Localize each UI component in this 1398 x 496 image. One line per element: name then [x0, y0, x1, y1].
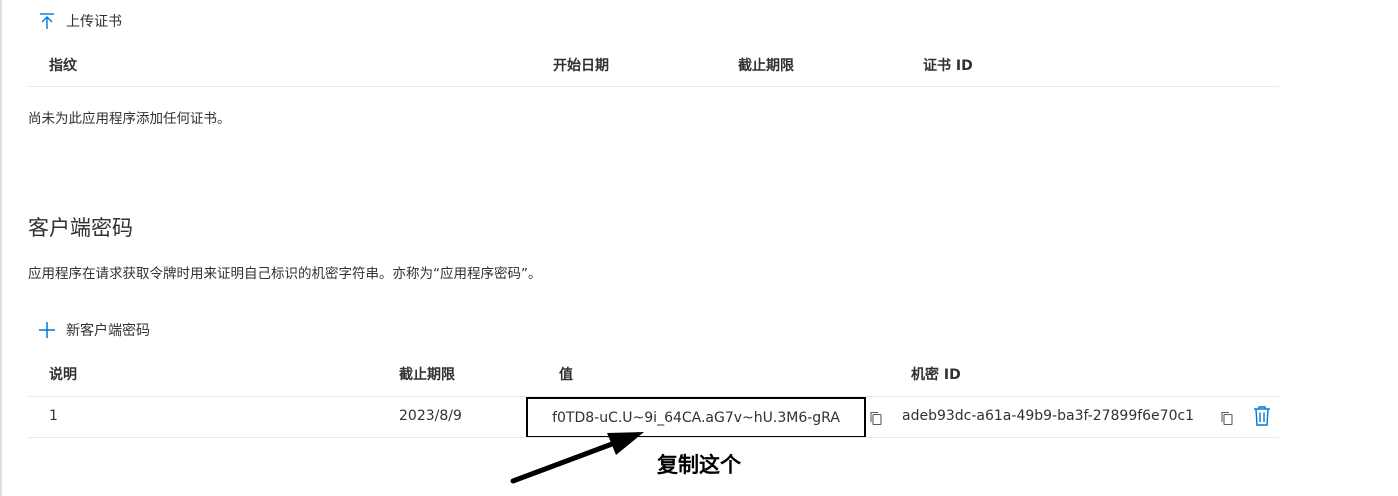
plus-icon: [38, 321, 56, 339]
column-header-certificate-id: 证书 ID: [923, 58, 973, 74]
trash-icon[interactable]: [1252, 405, 1272, 427]
secrets-row-divider: [28, 437, 1279, 438]
panel-left-border: [0, 0, 2, 496]
column-header-value: 值: [559, 367, 573, 383]
secret-value[interactable]: f0TD8-uC.U~9i_64CA.aG7v~hU.3M6-gRA: [552, 410, 840, 426]
certificates-header-divider: [28, 86, 1279, 87]
column-header-secret-id: 机密 ID: [911, 367, 961, 383]
client-secrets-description: 应用程序在请求获取令牌时用来证明自己标识的机密字符串。亦称为“应用程序密码”。: [28, 266, 542, 282]
upload-certificate-label: 上传证书: [66, 14, 122, 30]
certificates-empty-message: 尚未为此应用程序添加任何证书。: [28, 111, 231, 127]
column-header-description: 说明: [49, 367, 77, 383]
column-header-thumbprint: 指纹: [49, 58, 77, 74]
secret-id: adeb93dc-a61a-49b9-ba3f-27899f6e70c1: [902, 408, 1195, 424]
copy-icon[interactable]: [1219, 410, 1237, 428]
copy-icon[interactable]: [868, 410, 886, 428]
secret-value-highlight-box: f0TD8-uC.U~9i_64CA.aG7v~hU.3M6-gRA: [526, 397, 866, 438]
new-client-secret-button[interactable]: 新客户端密码: [38, 320, 150, 340]
upload-arrow-icon: [38, 12, 56, 30]
column-header-expires: 截止期限: [738, 58, 794, 74]
secret-description: 1: [49, 408, 58, 424]
column-header-expires: 截止期限: [399, 367, 455, 383]
secret-expires: 2023/8/9: [399, 408, 462, 424]
client-secrets-title: 客户端密码: [28, 216, 133, 240]
column-header-start-date: 开始日期: [553, 58, 609, 74]
upload-certificate-button[interactable]: 上传证书: [38, 11, 122, 31]
new-client-secret-label: 新客户端密码: [66, 323, 150, 339]
annotation-label: 复制这个: [657, 453, 741, 477]
